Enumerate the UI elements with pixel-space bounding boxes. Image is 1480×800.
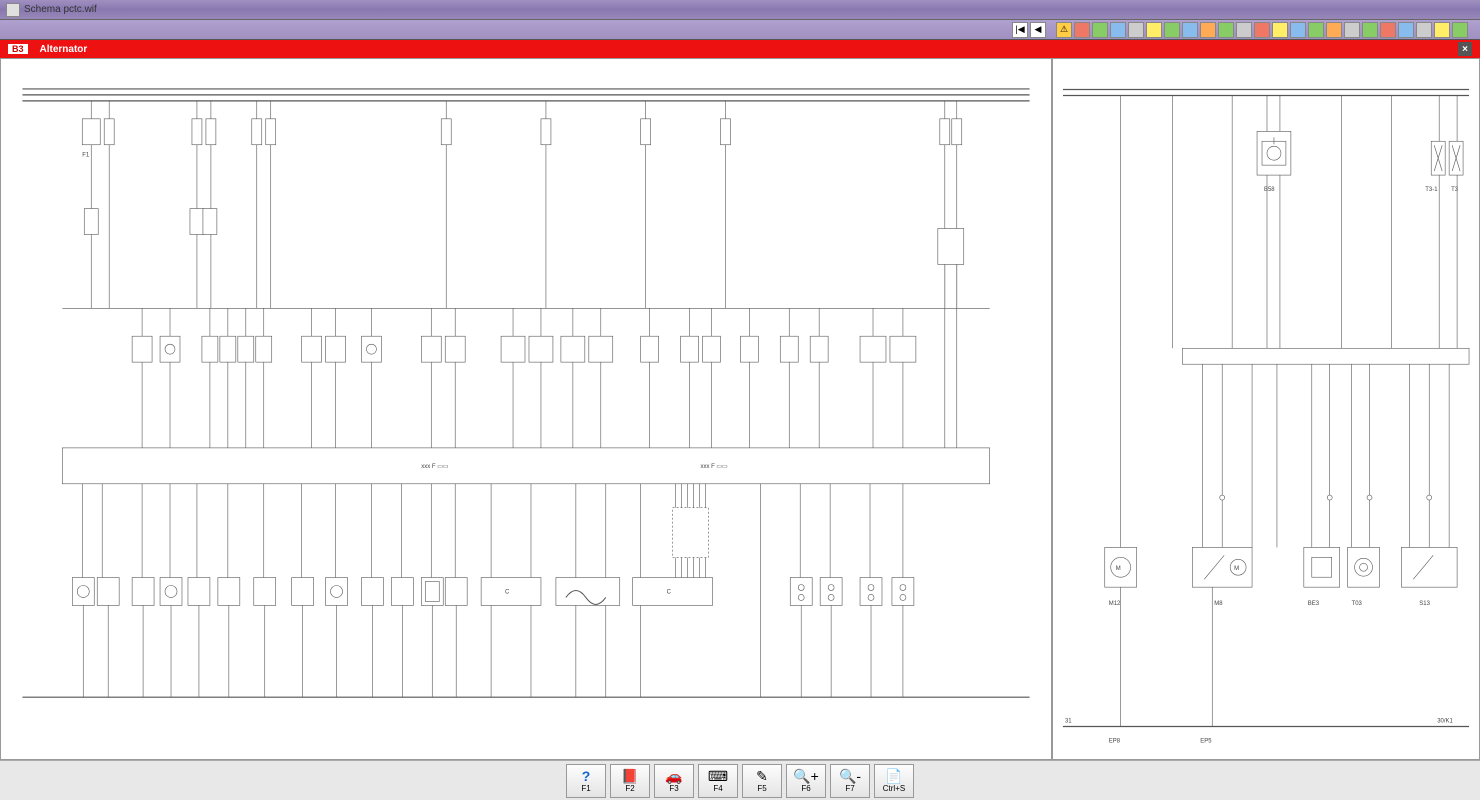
tool-btn-6[interactable] [1164, 22, 1180, 38]
svg-text:M12: M12 [1109, 601, 1121, 607]
tool-btn-18[interactable] [1380, 22, 1396, 38]
svg-text:M8: M8 [1214, 601, 1223, 607]
svg-text:T3: T3 [1451, 187, 1459, 193]
svg-text:F1: F1 [82, 153, 90, 159]
warning-icon[interactable]: ⚠ [1056, 22, 1072, 38]
rail-31-label: 31 [1065, 719, 1072, 725]
tool-btn-17[interactable] [1362, 22, 1378, 38]
nav-prev-button[interactable]: ◀ [1030, 22, 1046, 38]
component-be3: BE3 [1304, 547, 1340, 607]
fn-manual-button[interactable]: 📕 F2 [610, 764, 650, 798]
mid-component-row [132, 308, 916, 448]
bus-label-left: xxx F ▭▭ [421, 464, 449, 470]
tool-btn-3[interactable] [1110, 22, 1126, 38]
component-t03: T03 [1348, 547, 1380, 607]
svg-text:C: C [667, 589, 672, 595]
nav-first-button[interactable]: |◀ [1012, 22, 1028, 38]
banner-close-button[interactable]: × [1458, 42, 1472, 56]
tool-btn-20[interactable] [1416, 22, 1432, 38]
tool-btn-10[interactable] [1236, 22, 1252, 38]
fn-edit-button[interactable]: ✎ F5 [742, 764, 782, 798]
rail-30k1-label: 30/K1 [1437, 719, 1453, 725]
bus-label-right: xxx F ▭▭ [701, 464, 729, 470]
svg-text:T03: T03 [1352, 601, 1363, 607]
component-m8: M M8 [1192, 547, 1252, 607]
ground-ep5-label: EP5 [1200, 738, 1212, 744]
tool-btn-19[interactable] [1398, 22, 1414, 38]
book-icon: 📕 [621, 769, 638, 783]
banner-badge: B3 [8, 44, 28, 54]
fn-help-button[interactable]: ? F1 [566, 764, 606, 798]
workspace: F1 [0, 58, 1480, 760]
tool-btn-15[interactable] [1326, 22, 1342, 38]
svg-text:B58: B58 [1264, 187, 1275, 193]
app-icon [6, 3, 20, 17]
tool-btn-8[interactable] [1200, 22, 1216, 38]
page-icon: 📄 [885, 769, 902, 783]
tool-btn-4[interactable] [1128, 22, 1144, 38]
svg-text:C: C [505, 589, 510, 595]
ground-ep8-label: EP8 [1109, 738, 1121, 744]
fn-zoom-out-button[interactable]: 🔍- F7 [830, 764, 870, 798]
fn-save-button[interactable]: 📄 Ctrl+S [874, 764, 914, 798]
svg-text:S13: S13 [1419, 601, 1430, 607]
tool-btn-9[interactable] [1218, 22, 1234, 38]
top-toolbar: |◀ ◀ ⚠ [0, 20, 1480, 40]
svg-text:M: M [1234, 566, 1239, 572]
tool-btn-12[interactable] [1272, 22, 1288, 38]
bottom-toolbar: ? F1 📕 F2 🚗 F3 ⌨ F4 ✎ F5 🔍+ F6 🔍- F7 📄 C… [0, 760, 1480, 800]
wiring-diagram-main[interactable]: F1 [0, 58, 1052, 760]
window-titlebar: Schema pctc.wif [0, 0, 1480, 20]
banner-title: Alternator [40, 44, 88, 55]
svg-text:T3-1: T3-1 [1425, 187, 1438, 193]
svg-text:M: M [1116, 566, 1121, 572]
tool-btn-5[interactable] [1146, 22, 1162, 38]
car-icon: 🚗 [665, 769, 682, 783]
zoom-out-icon: 🔍- [839, 769, 861, 783]
wiring-diagram-side[interactable]: B58 T3-1 T3 [1052, 58, 1480, 760]
tool-btn-21[interactable] [1434, 22, 1450, 38]
fuse-row: F1 [82, 101, 961, 308]
svg-text:BE3: BE3 [1308, 601, 1320, 607]
help-icon: ? [582, 769, 591, 783]
tool-btn-11[interactable] [1254, 22, 1270, 38]
tool-btn-13[interactable] [1290, 22, 1306, 38]
fn-zoom-in-button[interactable]: 🔍+ F6 [786, 764, 826, 798]
keyboard-icon: ⌨ [708, 769, 728, 783]
tool-btn-1[interactable] [1074, 22, 1090, 38]
window-title: Schema pctc.wif [24, 4, 97, 15]
tool-btn-14[interactable] [1308, 22, 1324, 38]
tool-btn-7[interactable] [1182, 22, 1198, 38]
bottom-component-row: C C [72, 578, 914, 698]
component-b58: B58 [1257, 131, 1291, 193]
tool-btn-22[interactable] [1452, 22, 1468, 38]
tool-btn-2[interactable] [1092, 22, 1108, 38]
section-banner: B3 Alternator × [0, 40, 1480, 58]
component-s13: S13 [1401, 547, 1457, 607]
pencil-icon: ✎ [756, 769, 768, 783]
tool-btn-16[interactable] [1344, 22, 1360, 38]
fn-keyboard-button[interactable]: ⌨ F4 [698, 764, 738, 798]
zoom-in-icon: 🔍+ [793, 769, 819, 783]
fn-vehicle-button[interactable]: 🚗 F3 [654, 764, 694, 798]
